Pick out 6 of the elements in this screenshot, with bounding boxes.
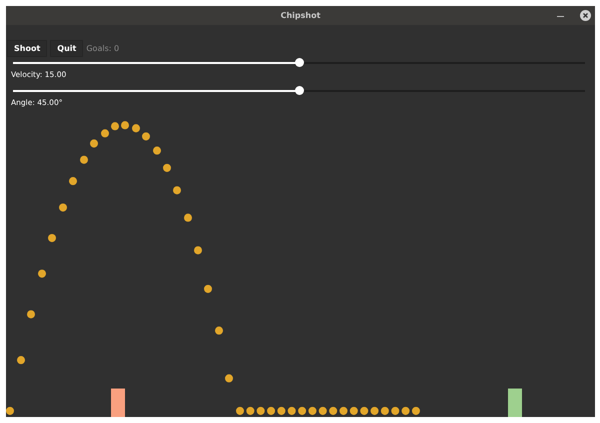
minimize-icon[interactable] (557, 15, 564, 18)
toolbar-button[interactable]: Shoot (7, 40, 48, 57)
close-icon[interactable] (580, 10, 591, 21)
toolbar-button[interactable]: Quit (50, 40, 84, 57)
goals-counter: Goals: 0 (86, 44, 120, 53)
window-title: Chipshot (280, 11, 320, 20)
